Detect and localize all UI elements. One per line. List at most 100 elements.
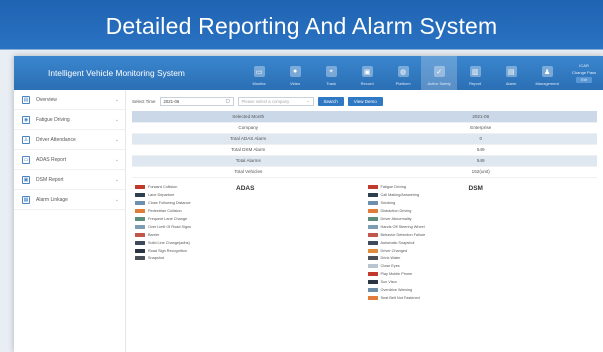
exit-button[interactable]: Exit bbox=[576, 77, 592, 83]
legend-label: Driver Changed bbox=[380, 248, 408, 253]
summary-label: Selected Month bbox=[132, 111, 365, 123]
legend-swatch bbox=[367, 264, 378, 269]
sidebar-item-label: Alarm Linkage bbox=[36, 196, 68, 203]
summary-label: Company bbox=[132, 122, 365, 134]
legend-swatch bbox=[367, 209, 378, 214]
legend-swatch bbox=[135, 193, 145, 198]
legend-item[interactable]: Snapshot bbox=[135, 255, 365, 263]
change-password-link[interactable]: Change Pass bbox=[572, 70, 596, 75]
fatigue-icon: ◉ bbox=[22, 115, 30, 124]
legend-label: Road Sign Recognition bbox=[148, 248, 187, 253]
table-row: Total Alarms 549 bbox=[132, 155, 597, 167]
platform-icon: ◍ bbox=[397, 66, 409, 77]
nav-track[interactable]: ⌖ Track bbox=[313, 56, 349, 90]
legend-swatch bbox=[135, 256, 145, 261]
legend-swatch bbox=[135, 209, 145, 214]
sidebar-item-overview[interactable]: ▤ Overview ⌄ bbox=[14, 90, 125, 110]
legend-swatch bbox=[367, 295, 378, 300]
legend-item[interactable]: Over Limit Of Road Signs bbox=[135, 223, 365, 231]
legend-label: Fatigue Driving bbox=[380, 185, 407, 190]
nav-label: Platform bbox=[395, 81, 411, 86]
nav-monitor[interactable]: ▭ Monitor bbox=[241, 56, 277, 90]
summary-label: Total DSM Alarm bbox=[132, 144, 365, 156]
legend-swatch bbox=[367, 248, 378, 253]
legend-item[interactable]: Close Following Distance bbox=[135, 199, 365, 207]
legend-swatch bbox=[135, 232, 145, 237]
company-select[interactable]: Please select a company ⌄ bbox=[237, 96, 314, 106]
top-bar: Intelligent Vehicle Monitoring System ▭ M… bbox=[14, 56, 603, 90]
table-row: Company Enterprise bbox=[132, 122, 597, 134]
legend-item[interactable]: Overdrive Warning bbox=[367, 286, 598, 294]
legend-swatch bbox=[367, 185, 378, 190]
legend-item[interactable]: Play Mobile Phone bbox=[367, 270, 598, 278]
summary-label: Total Alarms bbox=[132, 155, 365, 167]
legend-label: Close Following Distance bbox=[148, 201, 191, 206]
video-icon: ● bbox=[289, 66, 301, 77]
nav-alarm[interactable]: ▤ Alarm bbox=[493, 56, 529, 90]
main-content: Select Time 2021-06 ▢ Please select a com… bbox=[126, 90, 603, 352]
banner-title: Detailed Reporting And Alarm System bbox=[105, 12, 498, 39]
legend-item[interactable]: Solid Line Change(adhs) bbox=[135, 239, 365, 247]
nav-active-safety[interactable]: ✓ Active Safety bbox=[421, 56, 458, 90]
sidebar-item-driver-attendance[interactable]: ♙ Driver Attendance ⌄ bbox=[14, 130, 125, 150]
search-button[interactable]: Search bbox=[317, 96, 344, 106]
legend-item[interactable]: Call Making/Answering bbox=[367, 191, 598, 199]
legend-item[interactable]: Behavior Detection Failure bbox=[367, 231, 598, 239]
summary-label: Total ADAS Alarm bbox=[132, 133, 365, 145]
legend-label: Call Making/Answering bbox=[380, 193, 420, 198]
legend-item[interactable]: Close Eyes bbox=[367, 262, 598, 270]
legend-label: Barrier bbox=[148, 232, 160, 237]
legend-item[interactable]: Frequent Lane Change bbox=[135, 215, 365, 223]
table-row: Total Vehicles 152(unit) bbox=[132, 166, 597, 178]
legend-swatch bbox=[135, 240, 145, 245]
nav-record[interactable]: ▣ Record bbox=[349, 56, 385, 90]
legend-label: Driver Abnormality bbox=[380, 217, 412, 221]
legend-item[interactable]: Pedestrian Collision bbox=[135, 207, 365, 215]
legend-item[interactable]: Smoking bbox=[367, 199, 598, 207]
date-input[interactable]: 2021-06 ▢ bbox=[159, 96, 234, 106]
summary-value: Enterprise bbox=[364, 122, 597, 134]
sidebar-item-dsm-report[interactable]: ▣ DSM Report ⌄ bbox=[14, 170, 125, 190]
nav-report[interactable]: ▥ Report bbox=[457, 56, 493, 90]
sidebar-item-fatigue-driving[interactable]: ◉ Fatigue Driving ⌄ bbox=[14, 110, 125, 130]
nav-label: Report bbox=[469, 81, 482, 86]
legend-label: Sun Visor bbox=[380, 280, 397, 285]
banner: Detailed Reporting And Alarm System bbox=[0, 0, 603, 52]
legend-item[interactable]: Seat Belt Not Fastened bbox=[367, 294, 598, 302]
legend-item[interactable]: Road Sign Recognition bbox=[135, 247, 365, 255]
user-name: ICAR bbox=[579, 63, 589, 68]
legend-item[interactable]: Distraction Driving bbox=[367, 207, 598, 215]
sidebar-item-alarm-linkage[interactable]: ▦ Alarm Linkage ⌄ bbox=[14, 190, 125, 210]
legend-swatch bbox=[135, 185, 145, 190]
view-demo-button[interactable]: View Demo bbox=[347, 96, 383, 106]
legend-label: Overdrive Warning bbox=[380, 288, 413, 293]
legend-swatch bbox=[367, 288, 378, 293]
legend-item[interactable]: Automatic Snapshot bbox=[367, 239, 598, 247]
legend-label: Solid Line Change(adhs) bbox=[148, 240, 190, 245]
filter-toolbar: Select Time 2021-06 ▢ Please select a com… bbox=[132, 95, 597, 107]
date-value: 2021-06 bbox=[163, 98, 180, 104]
legend-swatch bbox=[135, 217, 145, 221]
sidebar-item-label: Overview bbox=[36, 96, 57, 103]
nav-platform[interactable]: ◍ Platform bbox=[385, 56, 421, 90]
chevron-down-icon: ⌄ bbox=[305, 98, 310, 103]
adas-legend: ADAS Forward Collision Lane Departure Clos… bbox=[132, 184, 365, 302]
legend-item[interactable]: Lane Departure bbox=[135, 191, 365, 199]
sidebar-item-adas-report[interactable]: ▭ ADAS Report ⌄ bbox=[14, 150, 125, 170]
legend-item[interactable]: Driver Abnormality bbox=[367, 215, 598, 223]
main-nav: ▭ Monitor ● Video ⌖ Track ▣ Record ◍ Platform… bbox=[241, 56, 565, 90]
nav-video[interactable]: ● Video bbox=[277, 56, 313, 90]
legend-item[interactable]: Barrier bbox=[135, 231, 365, 239]
nav-management[interactable]: ♟ Management bbox=[529, 56, 565, 90]
report-icon: ▥ bbox=[469, 66, 481, 77]
select-time-label: Select Time bbox=[132, 98, 156, 104]
legend-label: Pedestrian Collision bbox=[148, 209, 182, 214]
legend-item[interactable]: Hands Off Steering Wheel bbox=[367, 223, 598, 231]
sidebar-item-label: Fatigue Driving bbox=[36, 116, 70, 123]
legend-item[interactable]: Drink Water bbox=[367, 255, 598, 263]
legend-item[interactable]: Driver Changed bbox=[367, 247, 598, 255]
legend-item[interactable]: Sun Visor bbox=[367, 278, 598, 286]
summary-value: 2021-06 bbox=[364, 111, 597, 123]
legend-swatch bbox=[367, 280, 378, 285]
overview-icon: ▤ bbox=[22, 95, 30, 104]
